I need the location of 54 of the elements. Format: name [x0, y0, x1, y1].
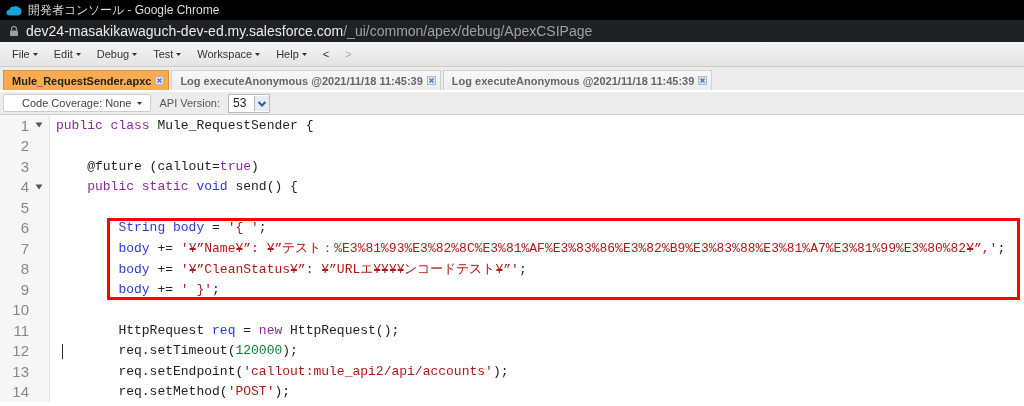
nav-button[interactable]: <: [316, 46, 336, 62]
menu-item[interactable]: File: [6, 46, 44, 62]
api-version-select[interactable]: 53: [228, 93, 271, 113]
line-number: 13: [11, 362, 29, 380]
code-line: body += '¥”Name¥”: ¥”テスト：%E3%81%93%E3%82%8C%E3%81%AF%E3%83%86%E3%82%B9%E3%83%88%E3%81%A7%E3%81%99%E3%80%82¥”,';: [117, 240, 1006, 258]
caret-icon: [255, 52, 261, 56]
line-number: 2: [19, 137, 29, 155]
fold-arrow-icon[interactable]: [35, 122, 43, 129]
menu-item[interactable]: Edit: [47, 46, 87, 62]
code-line: req.setTimeout(120000);: [117, 343, 298, 359]
code-line: req.setMethod('POST');: [117, 384, 291, 400]
fold-arrow-icon[interactable]: [35, 183, 43, 190]
code-line: public class Mule_RequestSender {: [55, 117, 314, 133]
coverage-dropdown[interactable]: Code Coverage: None: [3, 94, 152, 112]
editor-tab[interactable]: Mule_RequestSender.apxc: [3, 70, 170, 90]
line-number: 12: [11, 342, 29, 360]
editor-tab[interactable]: Log executeAnonymous @2021/11/18 11:45:39: [442, 70, 713, 90]
cloud-icon: [6, 4, 22, 16]
caret-icon: [32, 52, 38, 56]
close-icon[interactable]: [155, 76, 165, 85]
line-number: 11: [12, 321, 29, 339]
menu-item[interactable]: Workspace: [191, 46, 267, 62]
line-number: 14: [11, 383, 29, 401]
menu-item[interactable]: Help: [270, 46, 313, 62]
lock-icon: [10, 26, 18, 36]
caret-icon: [176, 52, 182, 56]
caret-icon: [132, 52, 138, 56]
line-number: 10: [11, 301, 29, 319]
code-line: body += '¥”CleanStatus¥”: ¥”URLエ¥¥¥¥ンコードテスト¥”';: [117, 260, 527, 278]
close-icon[interactable]: [426, 76, 436, 85]
line-number: 6: [19, 219, 29, 237]
editor-tab[interactable]: Log executeAnonymous @2021/11/18 11:45:39: [171, 70, 441, 90]
menu-item[interactable]: Test: [147, 46, 188, 62]
caret-icon: [137, 101, 143, 105]
caret-icon: [75, 52, 81, 56]
line-number: 8: [19, 260, 29, 278]
code-line: req.setEndpoint('callout:mule_api2/api/accounts');: [117, 363, 509, 379]
code-line: public static void send() {: [86, 179, 298, 195]
menu-item[interactable]: Debug: [90, 46, 144, 62]
api-version-label: API Version:: [159, 97, 220, 109]
line-number: 5: [19, 198, 29, 216]
caret-icon: [301, 52, 307, 56]
chevron-down-icon[interactable]: [254, 95, 270, 111]
code-line: @future (callout=true): [86, 158, 259, 174]
code-line: body += ' }';: [117, 281, 220, 297]
window-title: 開発者コンソール - Google Chrome: [28, 1, 220, 19]
code-line: HttpRequest req = new HttpRequest();: [117, 322, 400, 338]
code-line: String body = '{ ';: [117, 220, 267, 236]
line-number: 9: [19, 280, 29, 298]
line-number: 7: [19, 239, 29, 257]
line-number: 1: [19, 116, 29, 134]
line-number: 4: [19, 178, 29, 196]
close-icon[interactable]: [698, 76, 708, 85]
line-number: 3: [19, 157, 29, 175]
